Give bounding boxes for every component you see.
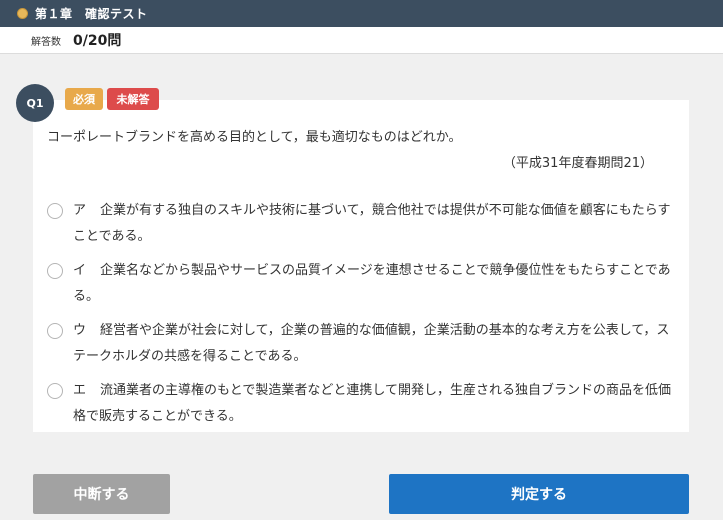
- option-e-text: 流通業者の主導権のもとで製造業者などと連携して開発し，生産される独自ブランドの商…: [73, 383, 671, 424]
- page-title: 第１章 確認テスト: [35, 7, 148, 21]
- option-u[interactable]: ウ経営者や企業が社会に対して，企業の普遍的な価値観，企業活動の基本的な考え方を公…: [47, 318, 675, 370]
- answer-status-bar: 解答数 0/20問: [0, 27, 723, 54]
- suspend-button[interactable]: 中断する: [33, 474, 170, 514]
- unanswered-tag: 未解答: [107, 88, 159, 110]
- question-card: コーポレートブランドを高める目的として，最も適切なものはどれか。 （平成31年度…: [33, 100, 689, 432]
- judge-button[interactable]: 判定する: [389, 474, 689, 514]
- answered-count: 0/20問: [73, 33, 122, 49]
- coin-icon: [17, 8, 28, 19]
- option-a[interactable]: ア企業が有する独自のスキルや技術に基づいて，競合他社では提供が不可能な価値を顧客…: [47, 198, 675, 250]
- header-bar: 第１章 確認テスト: [0, 0, 723, 27]
- option-a-text: 企業が有する独自のスキルや技術に基づいて，競合他社では提供が不可能な価値を顧客に…: [73, 203, 671, 244]
- option-u-text: 経営者や企業が社会に対して，企業の普遍的な価値観，企業活動の基本的な考え方を公表…: [73, 323, 670, 364]
- question-source: （平成31年度春期問21）: [502, 156, 653, 171]
- option-e-key: エ: [73, 383, 87, 398]
- option-i[interactable]: イ企業名などから製品やサービスの品質イメージを連想させることで競争優位性をもたら…: [47, 258, 675, 310]
- answered-label: 解答数: [31, 36, 61, 48]
- option-u-radio[interactable]: [47, 323, 63, 339]
- option-e[interactable]: エ流通業者の主導権のもとで製造業者などと連携して開発し，生産される独自ブランドの…: [47, 378, 675, 430]
- option-i-key: イ: [73, 263, 87, 278]
- option-u-key: ウ: [73, 323, 87, 338]
- question-number-badge: Q1: [16, 84, 54, 122]
- option-i-text: 企業名などから製品やサービスの品質イメージを連想させることで競争優位性をもたらす…: [73, 263, 671, 304]
- required-tag: 必須: [65, 88, 103, 110]
- question-text: コーポレートブランドを高める目的として，最も適切なものはどれか。: [47, 130, 462, 145]
- option-e-radio[interactable]: [47, 383, 63, 399]
- option-i-radio[interactable]: [47, 263, 63, 279]
- option-a-radio[interactable]: [47, 203, 63, 219]
- option-a-key: ア: [73, 203, 87, 218]
